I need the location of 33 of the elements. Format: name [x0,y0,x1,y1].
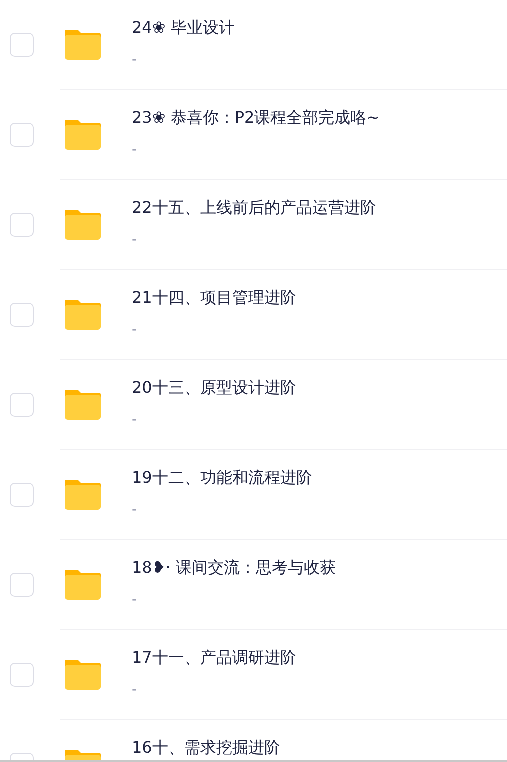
folder-detail: - [132,51,138,70]
folder-detail: - [132,411,138,430]
folder-icon [65,118,101,150]
checkbox[interactable] [10,303,34,327]
folder-icon [65,298,101,330]
folder-name[interactable]: 21十四、项目管理进阶 [132,286,296,310]
folder-name[interactable]: 19十二、功能和流程进阶 [132,466,312,490]
folder-name[interactable]: 20十三、原型设计进阶 [132,376,296,400]
folder-detail: - [132,591,138,610]
folder-name[interactable]: 17十一、产品调研进阶 [132,646,296,670]
folder-detail: - [132,321,138,340]
folder-icon [65,28,101,60]
folder-name[interactable]: 23❀ 恭喜你：P2课程全部完成咯~ [132,106,380,130]
checkbox[interactable] [10,483,34,507]
folder-detail: - [132,681,138,700]
checkbox[interactable] [10,123,34,147]
folder-detail: - [132,141,138,160]
folder-detail: - [132,231,138,250]
folder-name[interactable]: 22十五、上线前后的产品运营进阶 [132,196,376,220]
folder-name[interactable]: 18❥· 课间交流：思考与收获 [132,556,336,580]
checkbox[interactable] [10,663,34,687]
folder-icon [65,658,101,690]
folder-icon [65,568,101,600]
folder-icon [65,388,101,420]
checkbox[interactable] [10,213,34,237]
folder-name[interactable]: 16十、需求挖掘进阶 [132,736,280,760]
checkbox[interactable] [10,393,34,417]
folder-icon [65,208,101,240]
folder-icon [65,478,101,510]
checkbox[interactable] [10,573,34,597]
folder-detail: - [132,501,138,520]
folder-name[interactable]: 24❀ 毕业设计 [132,16,235,40]
checkbox[interactable] [10,33,34,57]
